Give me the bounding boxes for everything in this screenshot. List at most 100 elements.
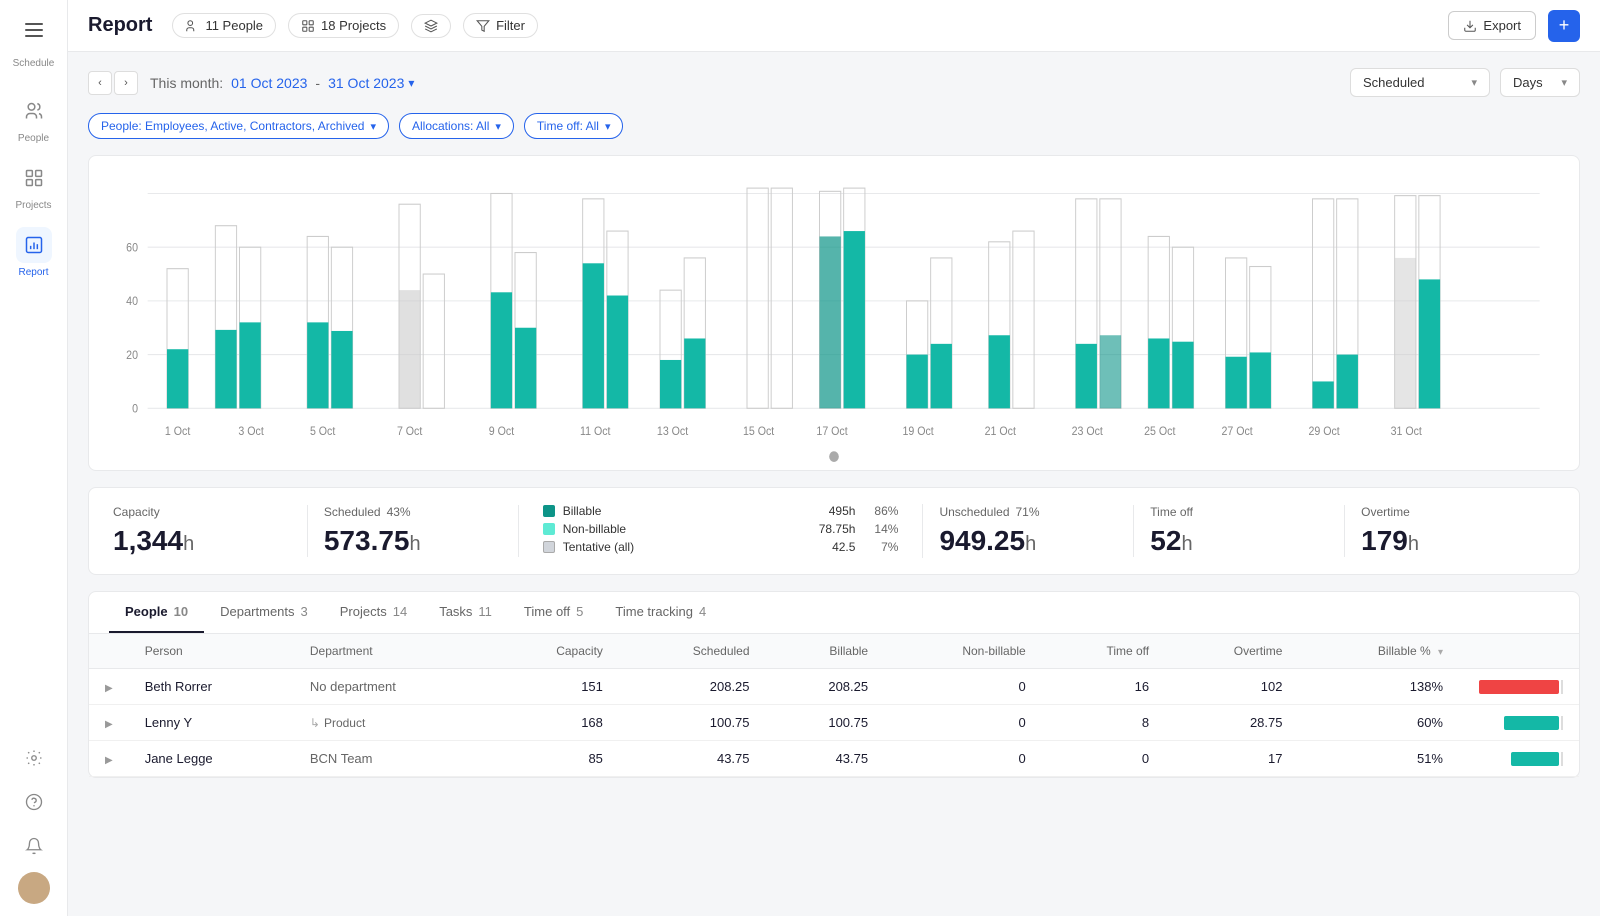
dept-jane: BCN Team bbox=[294, 741, 489, 777]
page-title: Report bbox=[88, 14, 152, 37]
allocations-filter-pill[interactable]: Allocations: All ▾ bbox=[399, 113, 514, 139]
prev-arrow[interactable]: ‹ bbox=[88, 71, 112, 95]
time-off-label: Time off bbox=[1150, 505, 1328, 519]
svg-text:40: 40 bbox=[126, 296, 138, 309]
date-end: 31 Oct 2023 bbox=[328, 75, 404, 91]
time-off-lenny: 8 bbox=[1042, 705, 1165, 741]
plus-icon: + bbox=[1559, 15, 1570, 36]
col-billable-pct[interactable]: Billable % ▾ bbox=[1298, 634, 1459, 669]
expand-beth[interactable]: ▶ bbox=[105, 683, 113, 694]
col-time-off[interactable]: Time off bbox=[1042, 634, 1165, 669]
svg-text:13 Oct: 13 Oct bbox=[657, 426, 689, 439]
svg-text:1 Oct: 1 Oct bbox=[165, 426, 191, 439]
scheduled-select[interactable]: Scheduled ▾ bbox=[1350, 68, 1490, 97]
tab-tasks[interactable]: Tasks 11 bbox=[423, 592, 508, 633]
nav-arrows: ‹ › bbox=[88, 71, 138, 95]
billable-lenny: 100.75 bbox=[766, 705, 885, 741]
next-arrow[interactable]: › bbox=[114, 71, 138, 95]
sidebar: Schedule People Projects Report bbox=[0, 0, 68, 916]
date-end-dropdown[interactable]: 31 Oct 2023 ▾ bbox=[328, 75, 414, 91]
people-badge[interactable]: 11 People bbox=[172, 13, 276, 38]
legend-billable: Billable 495h 86% bbox=[543, 504, 899, 518]
scheduled-stat-label: Scheduled 43% bbox=[324, 505, 502, 519]
people-filter-chevron-icon: ▾ bbox=[370, 120, 376, 133]
export-button[interactable]: Export bbox=[1448, 11, 1536, 40]
scheduled-lenny: 100.75 bbox=[619, 705, 766, 741]
overtime-lenny: 28.75 bbox=[1165, 705, 1298, 741]
add-button[interactable]: + bbox=[1548, 10, 1580, 42]
people-badge-label: 11 People bbox=[205, 18, 263, 33]
allocations-filter-label: Allocations: All bbox=[412, 119, 489, 133]
table-header-row: Person Department Capacity Scheduled Bil… bbox=[89, 634, 1579, 669]
scheduled-jane: 43.75 bbox=[619, 741, 766, 777]
bar-divider-beth bbox=[1561, 680, 1563, 694]
col-expand bbox=[89, 634, 129, 669]
filter-badge[interactable]: Filter bbox=[463, 13, 538, 38]
tab-departments[interactable]: Departments 3 bbox=[204, 592, 324, 633]
col-scheduled[interactable]: Scheduled bbox=[619, 634, 766, 669]
settings-icon[interactable] bbox=[16, 740, 52, 776]
capacity-value: 1,344h bbox=[113, 525, 291, 557]
user-avatar[interactable] bbox=[18, 872, 50, 904]
bar-vis-lenny bbox=[1504, 716, 1559, 730]
svg-text:9 Oct: 9 Oct bbox=[489, 426, 515, 439]
legend-tentative: Tentative (all) 42.5 7% bbox=[543, 540, 899, 554]
svg-text:29 Oct: 29 Oct bbox=[1308, 426, 1340, 439]
col-person[interactable]: Person bbox=[129, 634, 294, 669]
people-filter-pill[interactable]: People: Employees, Active, Contractors, … bbox=[88, 113, 389, 139]
time-off-stat: Time off 52h bbox=[1134, 505, 1345, 557]
tab-time-off[interactable]: Time off 5 bbox=[508, 592, 599, 633]
col-billable[interactable]: Billable bbox=[766, 634, 885, 669]
projects-badge[interactable]: 18 Projects bbox=[288, 13, 399, 38]
billable-color bbox=[543, 505, 555, 517]
svg-text:5 Oct: 5 Oct bbox=[310, 426, 336, 439]
date-start: 01 Oct 2023 bbox=[231, 75, 307, 91]
tab-projects[interactable]: Projects 14 bbox=[324, 592, 423, 633]
bar-vis-beth bbox=[1479, 680, 1559, 694]
col-department[interactable]: Department bbox=[294, 634, 489, 669]
bar-lenny bbox=[1475, 716, 1563, 730]
capacity-beth: 151 bbox=[489, 669, 619, 705]
col-capacity[interactable]: Capacity bbox=[489, 634, 619, 669]
this-month-label: This month: bbox=[150, 75, 223, 91]
scheduled-value: 573.75h bbox=[324, 525, 502, 557]
help-icon[interactable] bbox=[16, 784, 52, 820]
time-off-filter-pill[interactable]: Time off: All ▾ bbox=[524, 113, 624, 139]
people-filter-label: People: Employees, Active, Contractors, … bbox=[101, 119, 364, 133]
tab-time-tracking[interactable]: Time tracking 4 bbox=[599, 592, 722, 633]
main-content: Report 11 People 18 Projects Filter bbox=[68, 0, 1600, 916]
billable-pct-jane: 51% bbox=[1298, 741, 1459, 777]
tab-people[interactable]: People 10 bbox=[109, 592, 204, 633]
filter-icon bbox=[476, 19, 490, 33]
col-overtime[interactable]: Overtime bbox=[1165, 634, 1298, 669]
sidebar-item-report[interactable]: Report bbox=[0, 219, 67, 286]
unscheduled-value: 949.25h bbox=[939, 525, 1117, 557]
table-body: ▶ Beth Rorrer No department 151 208.25 2… bbox=[89, 669, 1579, 777]
scheduled-chevron-icon: ▾ bbox=[1471, 76, 1477, 89]
bar-chart: 0 20 40 60 bbox=[109, 172, 1559, 462]
time-off-filter-chevron-icon: ▾ bbox=[605, 120, 611, 133]
days-select[interactable]: Days ▾ bbox=[1500, 68, 1580, 97]
expand-jane[interactable]: ▶ bbox=[105, 755, 113, 766]
svg-text:0: 0 bbox=[132, 403, 138, 416]
non-billable-beth: 0 bbox=[884, 669, 1042, 705]
hamburger-icon[interactable] bbox=[14, 10, 54, 50]
sidebar-item-projects[interactable]: Projects bbox=[0, 152, 67, 219]
capacity-lenny: 168 bbox=[489, 705, 619, 741]
expand-lenny[interactable]: ▶ bbox=[105, 719, 113, 730]
unscheduled-stat: Unscheduled 71% 949.25h bbox=[923, 505, 1134, 557]
sidebar-bottom bbox=[16, 740, 52, 916]
time-off-filter-label: Time off: All bbox=[537, 119, 599, 133]
billable-jane: 43.75 bbox=[766, 741, 885, 777]
scheduled-label: Scheduled bbox=[1363, 75, 1424, 90]
table-wrapper: Person Department Capacity Scheduled Bil… bbox=[89, 634, 1579, 777]
table-row: ▶ Lenny Y ↳ Product 168 100.75 100.75 bbox=[89, 705, 1579, 741]
svg-text:17 Oct: 17 Oct bbox=[816, 426, 848, 439]
col-sort-icon[interactable]: ▾ bbox=[1438, 647, 1443, 658]
col-non-billable[interactable]: Non-billable bbox=[884, 634, 1042, 669]
layers-badge[interactable] bbox=[411, 14, 451, 38]
notification-icon[interactable] bbox=[16, 828, 52, 864]
table-row: ▶ Beth Rorrer No department 151 208.25 2… bbox=[89, 669, 1579, 705]
sidebar-item-people[interactable]: People bbox=[0, 85, 67, 152]
time-off-value: 52h bbox=[1150, 525, 1328, 557]
